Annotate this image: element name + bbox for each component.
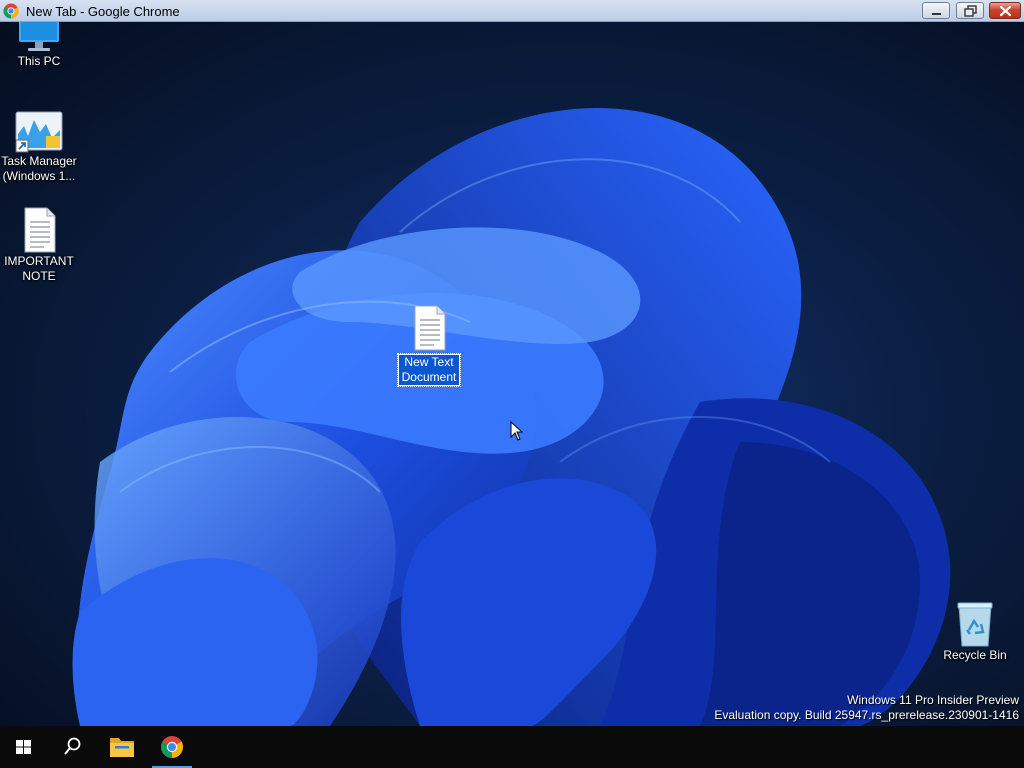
window-title: New Tab - Google Chrome bbox=[26, 4, 180, 19]
rename-text-line2: Document bbox=[401, 370, 457, 384]
desktop-icon-new-text-document[interactable]: New Text Document bbox=[390, 304, 468, 387]
rename-text-line1: New Text bbox=[404, 355, 454, 369]
desktop-icon-important-note[interactable]: IMPORTANT NOTE bbox=[0, 206, 78, 284]
wallpaper-bloom bbox=[50, 82, 990, 726]
desktop-icon-task-manager[interactable]: Task Manager (Windows 1... bbox=[0, 110, 78, 184]
watermark-line1: Windows 11 Pro Insider Preview bbox=[847, 693, 1019, 707]
watermark-line2: Evaluation copy. Build 25947.rs_prerelea… bbox=[714, 708, 1019, 722]
taskbar-google-chrome[interactable] bbox=[150, 726, 194, 768]
chrome-icon bbox=[161, 736, 183, 758]
mouse-cursor-icon bbox=[510, 421, 524, 441]
rename-text-field[interactable]: New Text Document bbox=[396, 353, 462, 387]
folder-icon bbox=[110, 738, 134, 757]
minimize-button[interactable] bbox=[922, 2, 950, 19]
recycle-bin-icon bbox=[957, 602, 993, 647]
desktop-icon-label: This PC bbox=[17, 54, 61, 68]
desktop[interactable]: This PC Task Manager (Windows 1... IMPOR… bbox=[0, 22, 1024, 726]
desktop-icon-recycle-bin[interactable]: Recycle Bin bbox=[936, 600, 1014, 663]
chrome-icon bbox=[3, 3, 19, 19]
desktop-icon-label: Recycle Bin bbox=[943, 648, 1007, 662]
taskbar-file-explorer[interactable] bbox=[100, 726, 144, 768]
close-button[interactable] bbox=[989, 2, 1021, 19]
desktop-icon-label-line1: Task Manager bbox=[1, 154, 77, 168]
evaluation-watermark: Windows 11 Pro Insider Preview Evaluatio… bbox=[714, 693, 1019, 723]
windows-logo-icon bbox=[16, 740, 31, 754]
text-document-icon bbox=[414, 305, 446, 351]
restore-icon bbox=[964, 5, 977, 17]
desktop-icon-this-pc[interactable]: This PC bbox=[0, 22, 78, 69]
start-button[interactable] bbox=[2, 726, 46, 768]
minimize-icon bbox=[932, 13, 941, 15]
desktop-icon-label-line1: IMPORTANT bbox=[4, 254, 74, 268]
desktop-icon-label-line2: (Windows 1... bbox=[2, 169, 76, 183]
search-icon bbox=[64, 737, 81, 755]
search-button[interactable] bbox=[50, 726, 94, 768]
close-icon bbox=[999, 5, 1012, 17]
taskbar bbox=[0, 726, 1024, 768]
restore-button[interactable] bbox=[956, 2, 984, 19]
task-manager-icon bbox=[15, 111, 63, 153]
monitor-icon bbox=[19, 22, 59, 51]
desktop-icon-label-line2: NOTE bbox=[22, 269, 56, 283]
title-bar[interactable]: New Tab - Google Chrome bbox=[0, 0, 1024, 22]
text-document-icon bbox=[24, 207, 56, 253]
